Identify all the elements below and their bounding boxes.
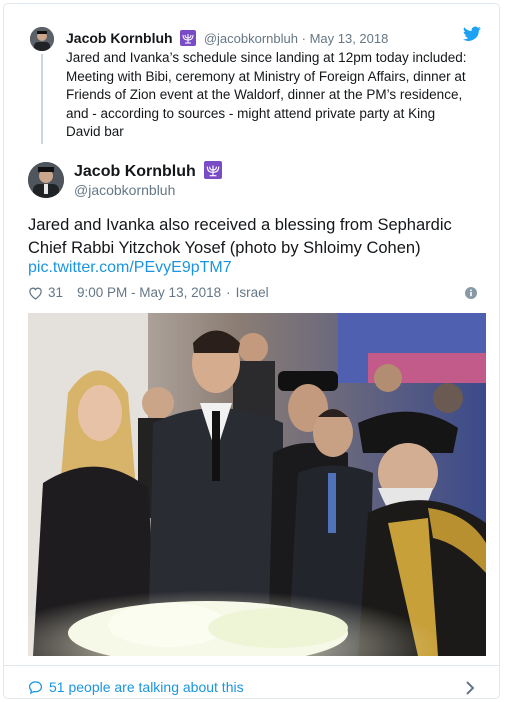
conversation-count-text: 51 people are talking about this (49, 679, 244, 695)
like-count[interactable]: 31 (48, 285, 63, 300)
tweet-timestamp[interactable]: 9:00 PM - May 13, 2018 (77, 285, 221, 300)
embedded-tweet-card: Jacob Kornbluh @jacobkornbluh · May 13, … (3, 3, 500, 699)
quoted-author-name[interactable]: Jacob Kornbluh (66, 30, 173, 46)
separator-dot: · (301, 31, 306, 46)
quoted-tweet-text: Jared and Ivanka’s schedule since landin… (66, 50, 467, 139)
tweet-location[interactable]: Israel (236, 285, 269, 300)
footer-divider (4, 665, 499, 666)
thread-connector-line (41, 54, 43, 144)
quoted-author-avatar[interactable] (30, 27, 54, 51)
menorah-icon (204, 161, 223, 179)
author-handle[interactable]: @jacobkornbluh (74, 182, 175, 198)
photo-link[interactable]: pic.twitter.com/PEvyE9pTM7 (28, 259, 232, 277)
quoted-tweet-date[interactable]: May 13, 2018 (310, 31, 389, 46)
author-name-row[interactable]: Jacob Kornbluh (74, 161, 226, 181)
separator-dot: · (226, 285, 231, 300)
conversation-link[interactable]: 51 people are talking about this (28, 679, 244, 695)
photo-illustration (28, 313, 486, 656)
twitter-bird-icon[interactable] (463, 26, 481, 42)
quoted-tweet-header: Jacob Kornbluh @jacobkornbluh · May 13, … (66, 30, 388, 46)
info-icon[interactable] (465, 287, 477, 299)
menorah-icon (180, 30, 197, 46)
tweet-photo[interactable] (28, 313, 486, 656)
heart-icon[interactable] (28, 286, 43, 300)
quoted-author-handle[interactable]: @jacobkornbluh (204, 31, 298, 46)
chevron-right-icon[interactable] (465, 681, 475, 695)
author-name[interactable]: Jacob Kornbluh (74, 163, 196, 180)
tweet-text: Jared and Ivanka also received a blessin… (28, 216, 452, 257)
author-avatar[interactable] (28, 162, 64, 198)
speech-bubble-icon (28, 680, 43, 694)
tweet-meta-row: 31 9:00 PM - May 13, 2018 · Israel (28, 285, 269, 300)
